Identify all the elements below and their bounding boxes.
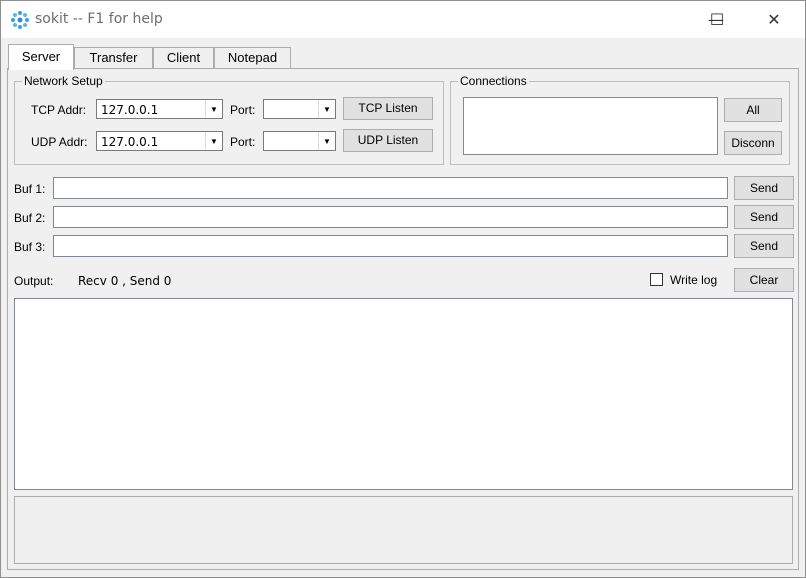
- network-setup-group: Network Setup TCP Addr: 127.0.0.1 ▼ Port…: [14, 74, 444, 165]
- buf2-input[interactable]: [53, 206, 728, 228]
- buf3-label: Buf 3:: [14, 240, 46, 254]
- tcp-addr-label: TCP Addr:: [31, 103, 87, 117]
- chevron-down-icon[interactable]: ▼: [318, 100, 335, 118]
- tcp-port-label: Port:: [230, 103, 256, 117]
- buf2-label: Buf 2:: [14, 211, 46, 225]
- maximize-button[interactable]: ☐: [694, 1, 740, 38]
- output-status: Recv 0 , Send 0: [78, 274, 172, 288]
- write-log-label[interactable]: Write log: [670, 273, 717, 287]
- connections-title: Connections: [458, 74, 529, 88]
- maximize-icon: ☐: [709, 10, 725, 29]
- chevron-down-icon[interactable]: ▼: [205, 132, 222, 150]
- tcp-port-combo[interactable]: ▼: [263, 99, 336, 119]
- udp-port-label: Port:: [230, 135, 256, 149]
- app-logo-icon: [11, 11, 29, 29]
- window-title: sokit -- F1 for help: [35, 11, 163, 27]
- udp-addr-value: 127.0.0.1: [101, 135, 159, 149]
- udp-addr-label: UDP Addr:: [31, 135, 88, 149]
- tab-client[interactable]: Client: [153, 47, 214, 69]
- bottom-log-area[interactable]: [14, 496, 793, 564]
- udp-listen-button[interactable]: UDP Listen: [343, 129, 433, 152]
- buf3-send-button[interactable]: Send: [734, 234, 794, 258]
- connections-list[interactable]: [463, 97, 718, 155]
- close-icon: ✕: [767, 10, 781, 29]
- udp-addr-combo[interactable]: 127.0.0.1 ▼: [96, 131, 223, 151]
- chevron-down-icon[interactable]: ▼: [318, 132, 335, 150]
- buf2-send-button[interactable]: Send: [734, 205, 794, 229]
- server-panel: Network Setup TCP Addr: 127.0.0.1 ▼ Port…: [7, 68, 799, 570]
- buf1-label: Buf 1:: [14, 182, 46, 196]
- tcp-listen-button[interactable]: TCP Listen: [343, 97, 433, 120]
- tab-server[interactable]: Server: [8, 44, 74, 70]
- chevron-down-icon[interactable]: ▼: [205, 100, 222, 118]
- output-label: Output:: [14, 274, 54, 288]
- output-textarea[interactable]: [14, 298, 793, 490]
- title-bar: sokit -- F1 for help —: [1, 1, 805, 38]
- disconn-button[interactable]: Disconn: [724, 131, 782, 155]
- network-setup-title: Network Setup: [22, 74, 105, 88]
- all-button[interactable]: All: [724, 98, 782, 122]
- tab-notepad[interactable]: Notepad: [214, 47, 291, 69]
- write-log-checkbox[interactable]: [650, 273, 663, 286]
- close-button[interactable]: ✕: [751, 1, 797, 38]
- tcp-addr-value: 127.0.0.1: [101, 103, 159, 117]
- connections-group: Connections All Disconn: [450, 74, 790, 165]
- clear-button[interactable]: Clear: [734, 268, 794, 292]
- app-window: sokit -- F1 for help — ☐ ✕ Server Transf…: [0, 0, 806, 578]
- tab-transfer[interactable]: Transfer: [74, 47, 153, 69]
- tcp-addr-combo[interactable]: 127.0.0.1 ▼: [96, 99, 223, 119]
- buf3-input[interactable]: [53, 235, 728, 257]
- buf1-send-button[interactable]: Send: [734, 176, 794, 200]
- udp-port-combo[interactable]: ▼: [263, 131, 336, 151]
- buf1-input[interactable]: [53, 177, 728, 199]
